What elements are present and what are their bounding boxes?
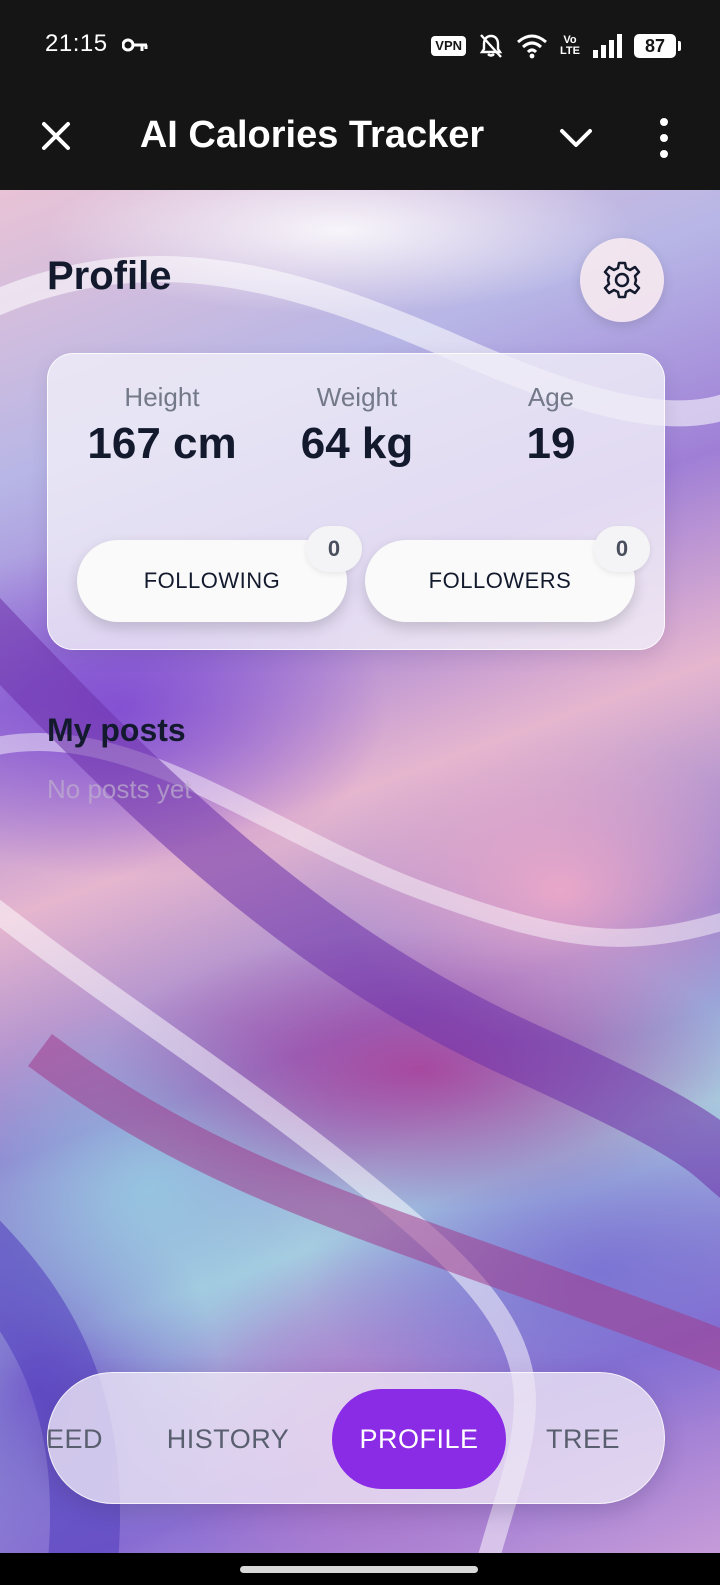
status-icons: VPN Vo LTE 87 [431, 30, 681, 62]
stat-weight-value: 64 kg [300, 419, 414, 468]
key-icon [122, 38, 148, 52]
bottom-nav: EED HISTORY PROFILE TREE [47, 1372, 665, 1504]
stat-weight-label: Weight [316, 382, 398, 412]
status-bar: 21:15 VPN Vo LTE 87 [0, 0, 720, 92]
followers-label: FOLLOWERS [428, 568, 572, 593]
status-time: 21:15 [45, 30, 108, 57]
gear-icon [603, 261, 641, 299]
signal-icon [593, 34, 622, 58]
settings-button[interactable] [580, 238, 664, 322]
stat-age-value: 19 [526, 419, 576, 468]
battery-indicator: 87 [634, 34, 681, 58]
app-bar: AI Calories Tracker [0, 92, 720, 190]
volte-bottom: LTE [560, 45, 580, 57]
app-title: AI Calories Tracker [139, 114, 485, 156]
gesture-area [0, 1553, 720, 1585]
wifi-icon [517, 34, 548, 59]
nav-tab-profile[interactable]: PROFILE [332, 1389, 506, 1489]
stat-age: Age 19 [456, 382, 646, 469]
stat-height: Height 167 cm [67, 382, 257, 469]
following-label: FOLLOWING [143, 568, 281, 593]
following-count-badge: 0 [306, 526, 362, 572]
page-title: Profile [47, 254, 172, 298]
vpn-badge: VPN [431, 36, 467, 56]
posts-empty-text: No posts yet [47, 774, 192, 804]
bell-muted-icon [479, 34, 503, 58]
chevron-down-icon[interactable] [556, 118, 596, 158]
stat-weight: Weight 64 kg [262, 382, 452, 469]
nav-tab-history[interactable]: HISTORY [148, 1373, 308, 1503]
nav-tab-tree[interactable]: TREE [526, 1373, 640, 1503]
volte-indicator: Vo LTE [560, 35, 580, 57]
home-gesture-bar[interactable] [240, 1566, 478, 1573]
stat-height-label: Height [124, 382, 200, 412]
stats-card: Height 167 cm Weight 64 kg Age 19 FOLLOW… [47, 353, 665, 650]
nav-tab-feed[interactable]: EED [48, 1373, 106, 1503]
stat-height-value: 167 cm [87, 419, 237, 468]
my-posts-title: My posts [47, 712, 186, 748]
more-vertical-icon[interactable] [654, 116, 674, 160]
stat-age-label: Age [527, 382, 575, 412]
profile-screen: Profile Height 167 cm Weight 64 kg Age 1… [0, 190, 720, 1553]
followers-count-badge: 0 [594, 526, 650, 572]
